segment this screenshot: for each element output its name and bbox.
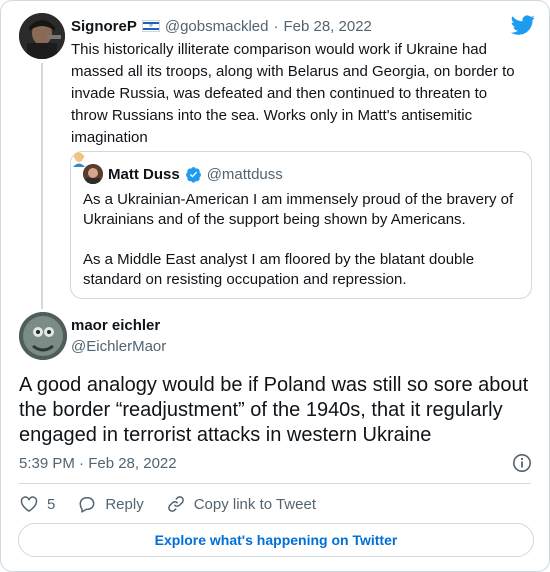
like-count: 5 <box>47 495 56 513</box>
israel-flag-icon: ✡ <box>141 20 160 32</box>
copy-link-button[interactable]: Copy link to Tweet <box>166 494 316 514</box>
quoted-avatar <box>83 164 103 184</box>
divider <box>19 483 531 484</box>
parent-date[interactable]: Feb 28, 2022 <box>283 18 371 35</box>
quoted-tweet-text: As a Ukrainian-American I am immensely p… <box>83 190 523 290</box>
parent-handle[interactable]: @gobsmackled <box>165 18 269 35</box>
copy-link-label: Copy link to Tweet <box>193 495 316 513</box>
quoted-paragraph: As a Middle East analyst I am floored by… <box>83 251 475 288</box>
quoted-display-name: Matt Duss <box>108 165 180 183</box>
like-button[interactable]: 5 <box>19 494 55 514</box>
verified-badge-icon <box>185 166 201 183</box>
main-avatar[interactable] <box>19 312 67 360</box>
quoted-tweet[interactable]: Matt Duss @mattduss As a Ukrainian-Ameri… <box>70 151 532 299</box>
reply-label: Reply <box>105 495 144 513</box>
link-icon <box>167 496 184 512</box>
quoted-handle: @mattduss <box>206 165 283 183</box>
main-tweet-text: A good analogy would be if Poland was st… <box>19 374 529 446</box>
twitter-bird-icon[interactable] <box>511 13 535 37</box>
parent-tweet-body: This historically illiterate comparison … <box>71 41 515 146</box>
main-handle[interactable]: @EichlerMaor <box>71 338 166 355</box>
tweet-embed-card: SignoreP ✡ @gobsmackled · Feb 28, 2022 T… <box>0 0 550 572</box>
reply-button[interactable]: Reply <box>77 494 144 514</box>
parent-tweet-header: SignoreP ✡ @gobsmackled · Feb 28, 2022 <box>71 16 372 36</box>
date-separator: · <box>273 17 279 35</box>
explore-twitter-button[interactable]: Explore what's happening on Twitter <box>18 523 534 557</box>
tweet-actions-bar: 5 Reply Copy link to Tweet <box>19 493 316 515</box>
reply-bubble-icon <box>79 497 95 513</box>
heart-icon <box>20 496 38 512</box>
thread-connector-line <box>41 63 43 309</box>
tweet-timestamp[interactable]: 5:39 PM · Feb 28, 2022 <box>19 455 177 472</box>
info-icon[interactable] <box>512 453 532 473</box>
quoted-tweet-header: Matt Duss @mattduss <box>83 164 283 184</box>
main-display-name[interactable]: maor eichler <box>71 317 160 334</box>
quoted-paragraph: As a Ukrainian-American I am immensely p… <box>83 191 514 228</box>
parent-display-name[interactable]: SignoreP <box>71 18 137 35</box>
parent-avatar[interactable] <box>19 13 65 59</box>
